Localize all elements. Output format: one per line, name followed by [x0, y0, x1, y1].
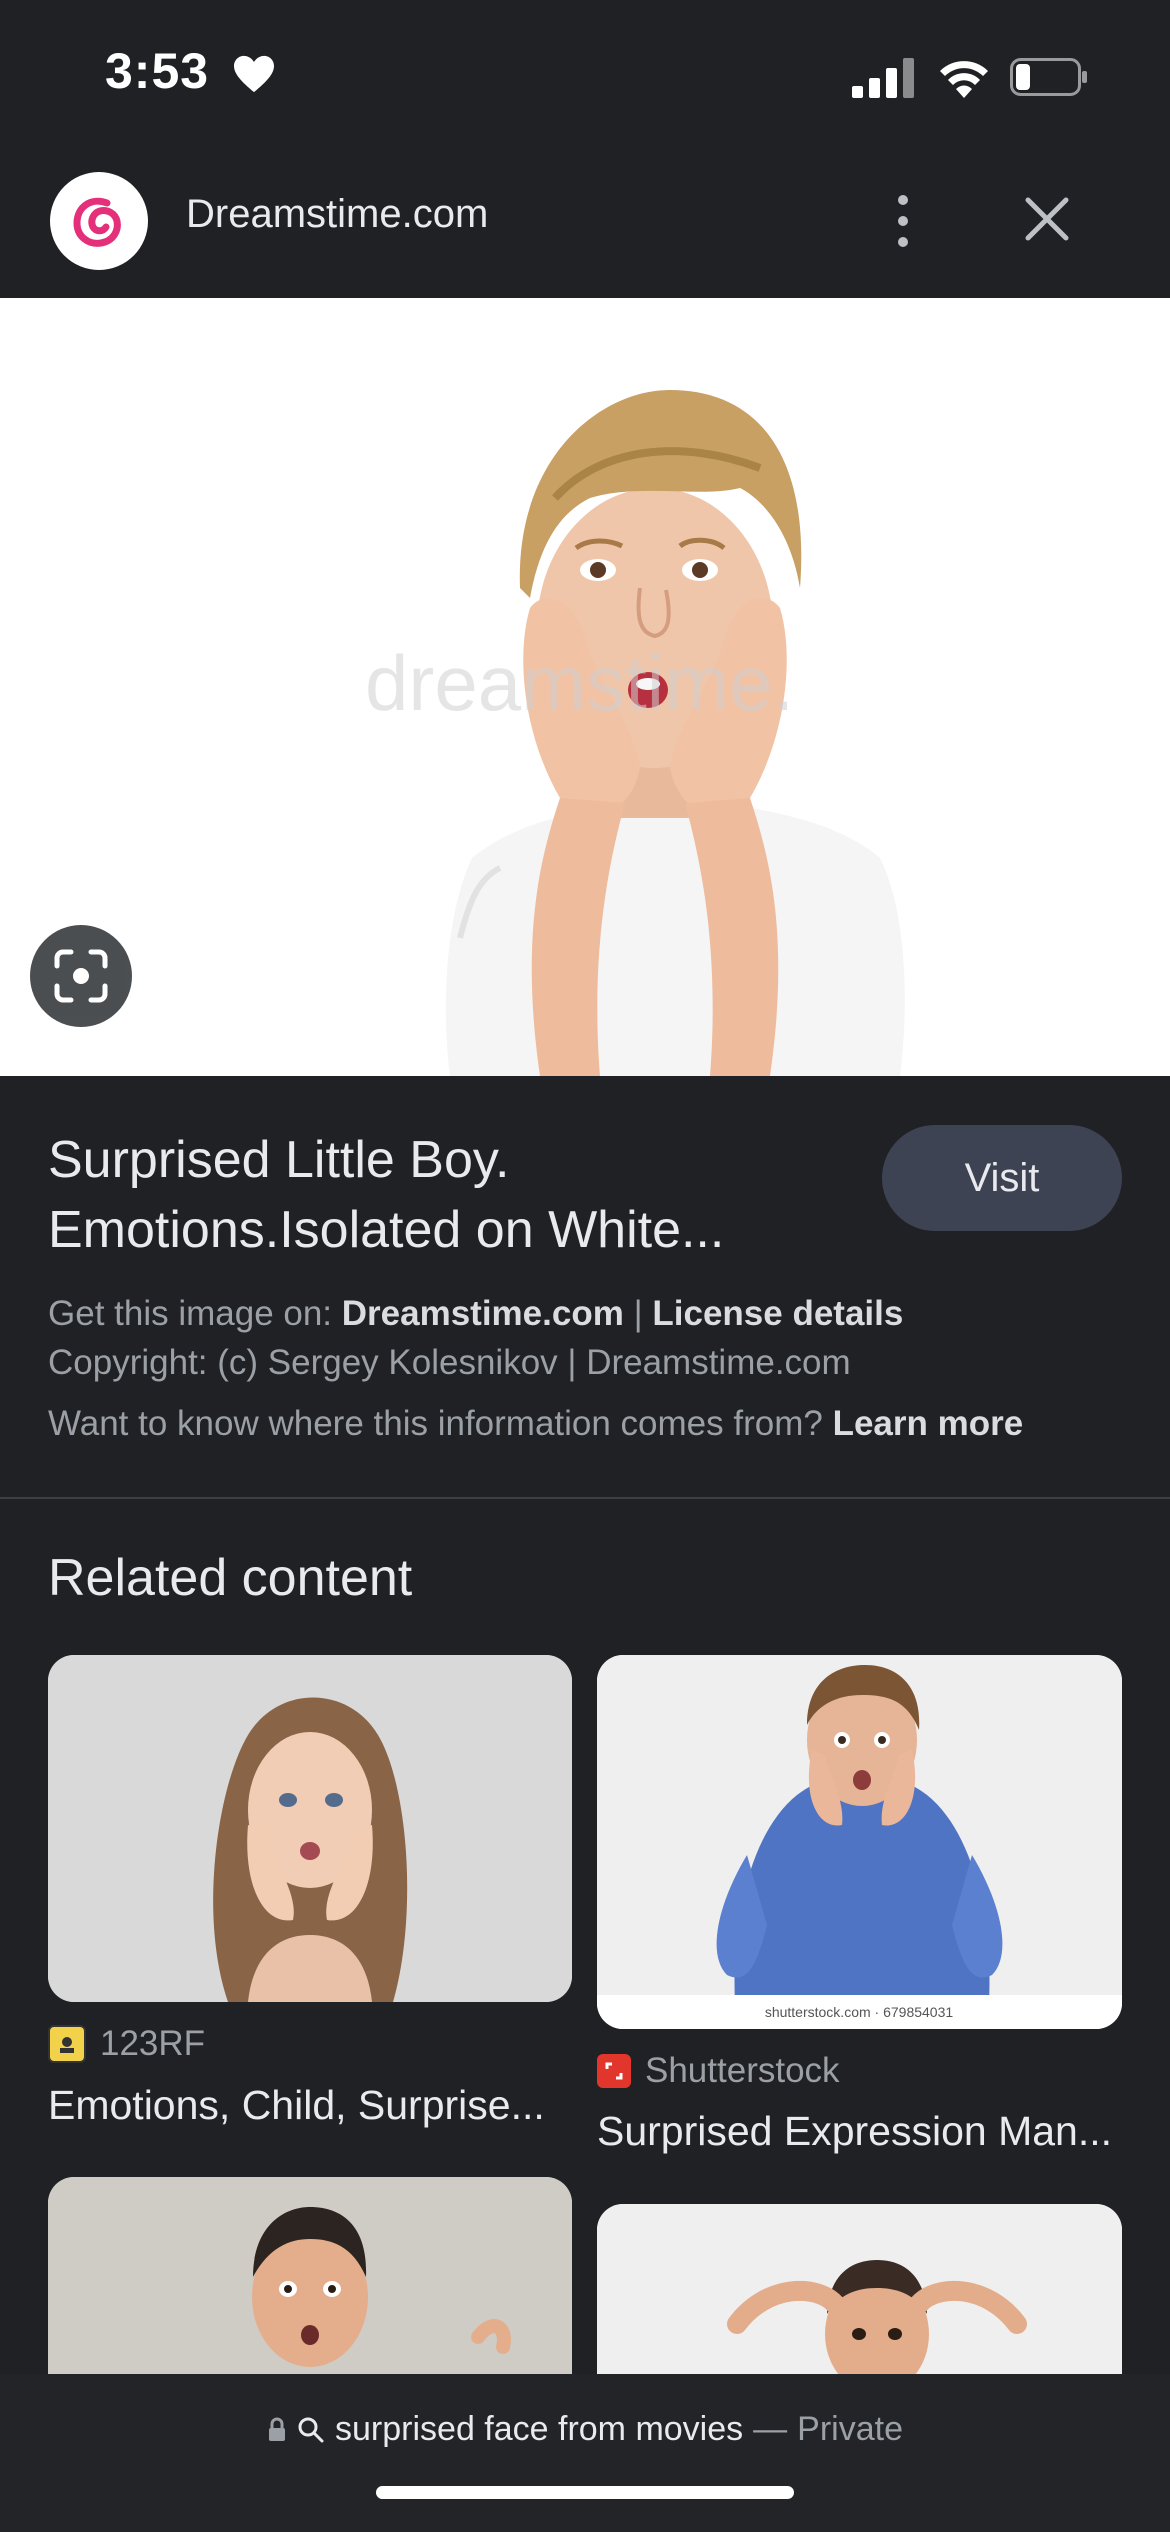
private-mode-label: Private [797, 2410, 903, 2448]
info-question: Want to know where this information come… [48, 1404, 833, 1443]
related-caption-1[interactable]: Emotions, Child, Surprise... [48, 2082, 572, 2129]
heart-icon [234, 55, 274, 93]
dreamstime-logo-icon[interactable] [50, 172, 148, 270]
close-icon[interactable] [1018, 190, 1076, 248]
learn-more-link[interactable]: Learn more [833, 1404, 1024, 1443]
lock-icon [269, 2417, 286, 2441]
man-photo: shutterstock.com · 679854031 [597, 1655, 1122, 2029]
related-source-1[interactable]: 123RF [48, 2024, 205, 2064]
related-source-name-1: 123RF [100, 2024, 206, 2063]
cellular-signal-icon [852, 58, 914, 98]
main-image[interactable]: dreamstime. [0, 298, 1170, 1076]
related-caption-2[interactable]: Surprised Expression Man... [597, 2108, 1122, 2155]
girl-photo [48, 1655, 572, 2002]
stock-image-id: shutterstock.com · 679854031 [765, 2004, 954, 2020]
boy-photo: dreamstime. [365, 390, 905, 1076]
lens-icon [54, 949, 108, 1003]
address-bar[interactable]: surprised face from movies — Private [0, 2410, 1170, 2449]
copyright-line: Copyright: (c) Sergey Kolesnikov | Dream… [48, 1343, 851, 1382]
site-header [0, 150, 1170, 298]
related-source-2[interactable]: Shutterstock [597, 2051, 840, 2091]
get-image-label: Get this image on: [48, 1294, 342, 1333]
source-link[interactable]: Dreamstime.com [342, 1294, 624, 1333]
home-indicator[interactable] [376, 2486, 794, 2499]
wifi-icon [940, 61, 988, 98]
search-query: surprised face from movies [335, 2410, 744, 2448]
shutterstock-favicon-icon [597, 2054, 631, 2088]
battery-icon [1010, 58, 1087, 96]
more-options-icon[interactable] [880, 186, 926, 256]
section-divider [0, 1497, 1170, 1499]
image-title[interactable]: Surprised Little Boy. Emotions.Isolated … [48, 1125, 848, 1265]
related-heading: Related content [48, 1549, 413, 1607]
swirl-icon [73, 197, 121, 247]
separator-dash: — [753, 2410, 788, 2448]
related-image-1[interactable] [48, 1655, 572, 2002]
search-icon [298, 2417, 324, 2442]
123rf-favicon-icon [48, 2025, 86, 2063]
info-source-line: Want to know where this information come… [48, 1404, 1138, 1444]
site-name[interactable]: Dreamstime.com [186, 192, 488, 237]
license-details-link[interactable]: License details [652, 1294, 903, 1333]
source-line: Get this image on: Dreamstime.com | Lice… [48, 1294, 904, 1333]
watermark-text: dreamstime. [365, 639, 794, 727]
browser-bottom-bar [0, 2374, 1170, 2532]
status-time: 3:53 [105, 43, 210, 99]
visit-button[interactable]: Visit [882, 1125, 1122, 1231]
related-source-name-2: Shutterstock [645, 2051, 840, 2090]
related-image-2[interactable]: shutterstock.com · 679854031 [597, 1655, 1122, 2029]
google-lens-button[interactable] [30, 925, 132, 1027]
